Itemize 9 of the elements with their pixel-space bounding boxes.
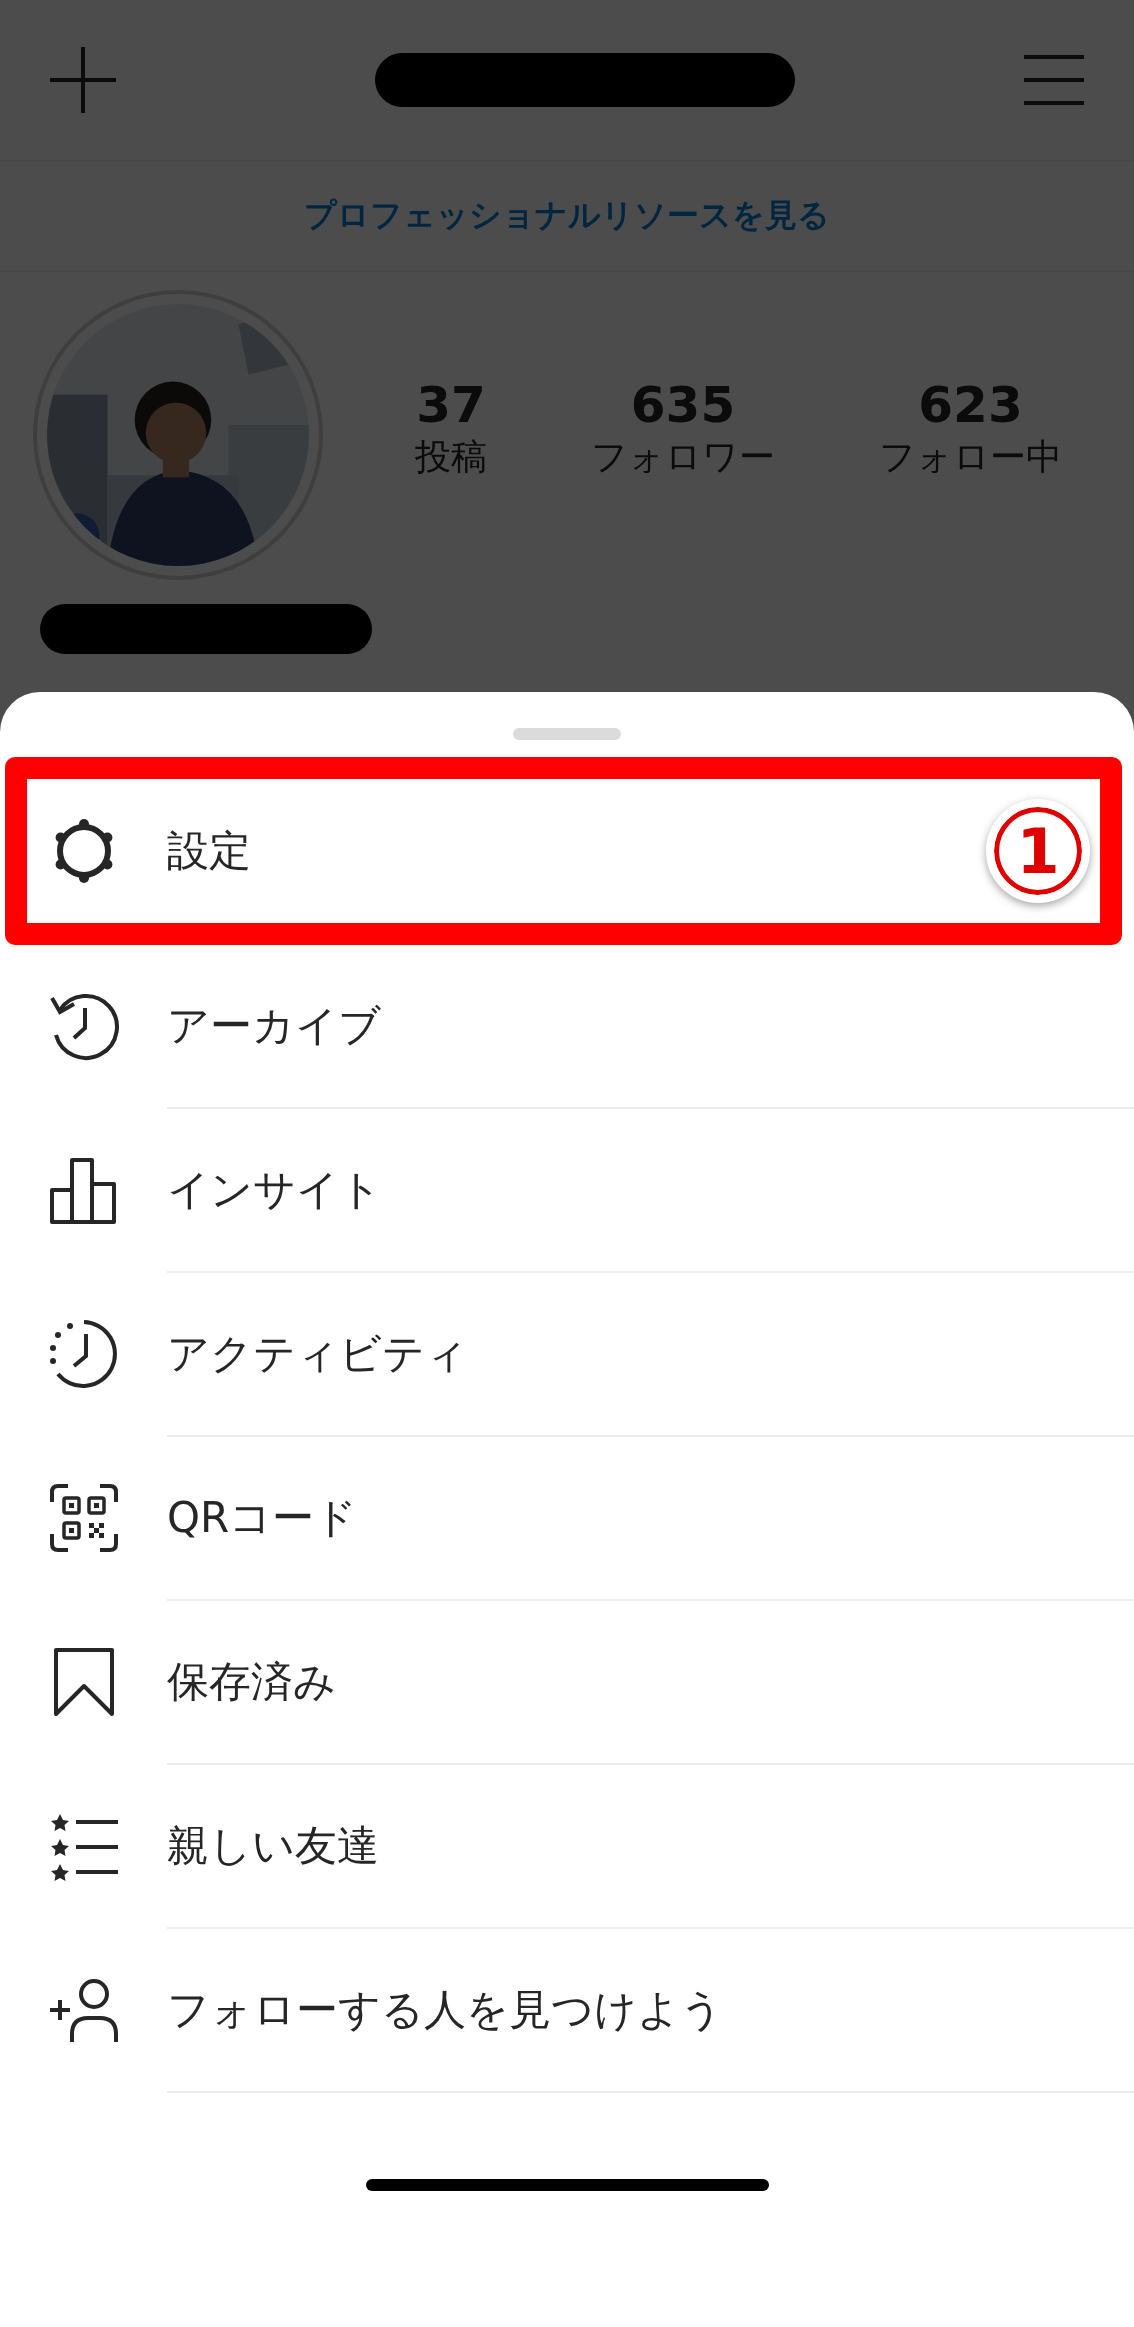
sheet-handle[interactable] [513, 728, 621, 740]
qr-code-icon [48, 1482, 120, 1554]
clock-icon [48, 1318, 120, 1390]
stat-label: 投稿 [415, 435, 487, 479]
stat-count: 635 [630, 378, 736, 433]
stat-count: 37 [416, 378, 486, 433]
stat-label: フォロワー [591, 435, 775, 479]
stat-label: フォロー中 [879, 435, 1062, 479]
stat-count: 623 [918, 378, 1023, 433]
